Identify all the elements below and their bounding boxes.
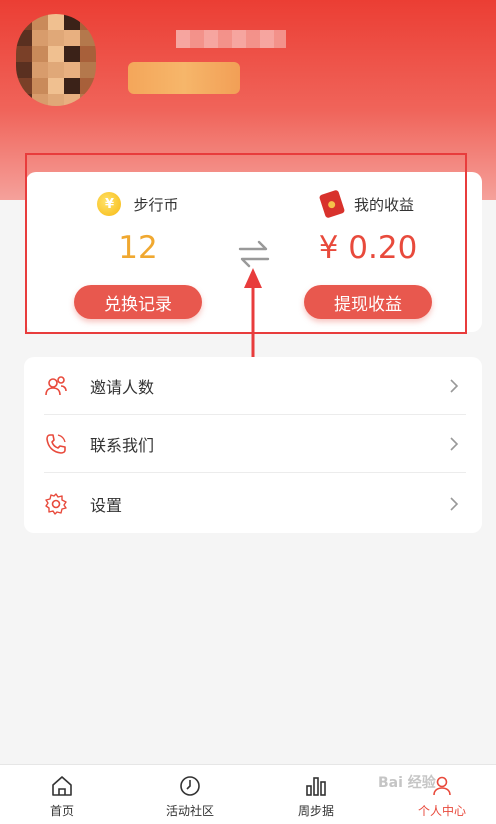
- menu-item-label: 联系我们: [90, 436, 155, 455]
- earnings-label: 我的收益: [353, 195, 414, 214]
- tab-label: 首页: [49, 804, 74, 818]
- tab-profile[interactable]: 个人中心: [380, 765, 496, 824]
- earnings-section: 我的收益 ¥ 0.20 提现收益: [278, 172, 458, 332]
- menu-item-settings[interactable]: 设置: [24, 475, 482, 533]
- swap-arrows-icon[interactable]: [236, 238, 272, 270]
- menu-item-label: 设置: [90, 496, 123, 515]
- invite-users-icon: [45, 376, 67, 396]
- red-envelope-icon: [318, 189, 346, 219]
- user-badge-redacted: [128, 62, 240, 94]
- exchange-record-button[interactable]: 兑换记录: [74, 285, 202, 319]
- tab-label: 周步据: [297, 804, 334, 818]
- tab-home[interactable]: 首页: [0, 765, 124, 824]
- coin-section: ¥ 步行币 12 兑换记录: [48, 172, 228, 332]
- avatar[interactable]: [16, 14, 96, 106]
- tab-weekly-steps[interactable]: 周步据: [254, 765, 378, 824]
- divider: [44, 472, 466, 473]
- withdraw-button[interactable]: 提现收益: [304, 285, 432, 319]
- wallet-card: ¥ 步行币 12 兑换记录 我的收益 ¥ 0.20 提现收益: [26, 172, 482, 332]
- menu-item-invite[interactable]: 邀请人数: [24, 357, 482, 415]
- earnings-amount: ¥ 0.20: [318, 230, 418, 266]
- tab-label: 活动社区: [165, 804, 214, 818]
- home-icon: [52, 776, 72, 796]
- bottom-tab-bar: 首页 活动社区 周步据 个人中心: [0, 764, 496, 824]
- coin-balance: 12: [118, 230, 158, 266]
- menu-list: 邀请人数 联系我们 设置: [24, 357, 482, 533]
- user-icon: [433, 776, 451, 796]
- chevron-right-icon: [450, 437, 459, 451]
- chevron-right-icon: [450, 497, 459, 511]
- username-redacted: [176, 30, 286, 48]
- tab-label: 个人中心: [417, 804, 466, 818]
- phone-icon: [46, 434, 66, 454]
- menu-item-label: 邀请人数: [90, 378, 155, 397]
- tab-community[interactable]: 活动社区: [128, 765, 252, 824]
- coin-icon: ¥: [97, 192, 122, 216]
- bar-chart-icon: [306, 777, 326, 796]
- coin-header: ¥ 步行币: [48, 190, 228, 218]
- earnings-header: 我的收益: [278, 189, 458, 219]
- clock-icon: [180, 776, 200, 796]
- gear-icon: [45, 493, 67, 515]
- chevron-right-icon: [450, 379, 459, 393]
- menu-item-contact[interactable]: 联系我们: [24, 415, 482, 473]
- coin-label: 步行币: [133, 195, 179, 214]
